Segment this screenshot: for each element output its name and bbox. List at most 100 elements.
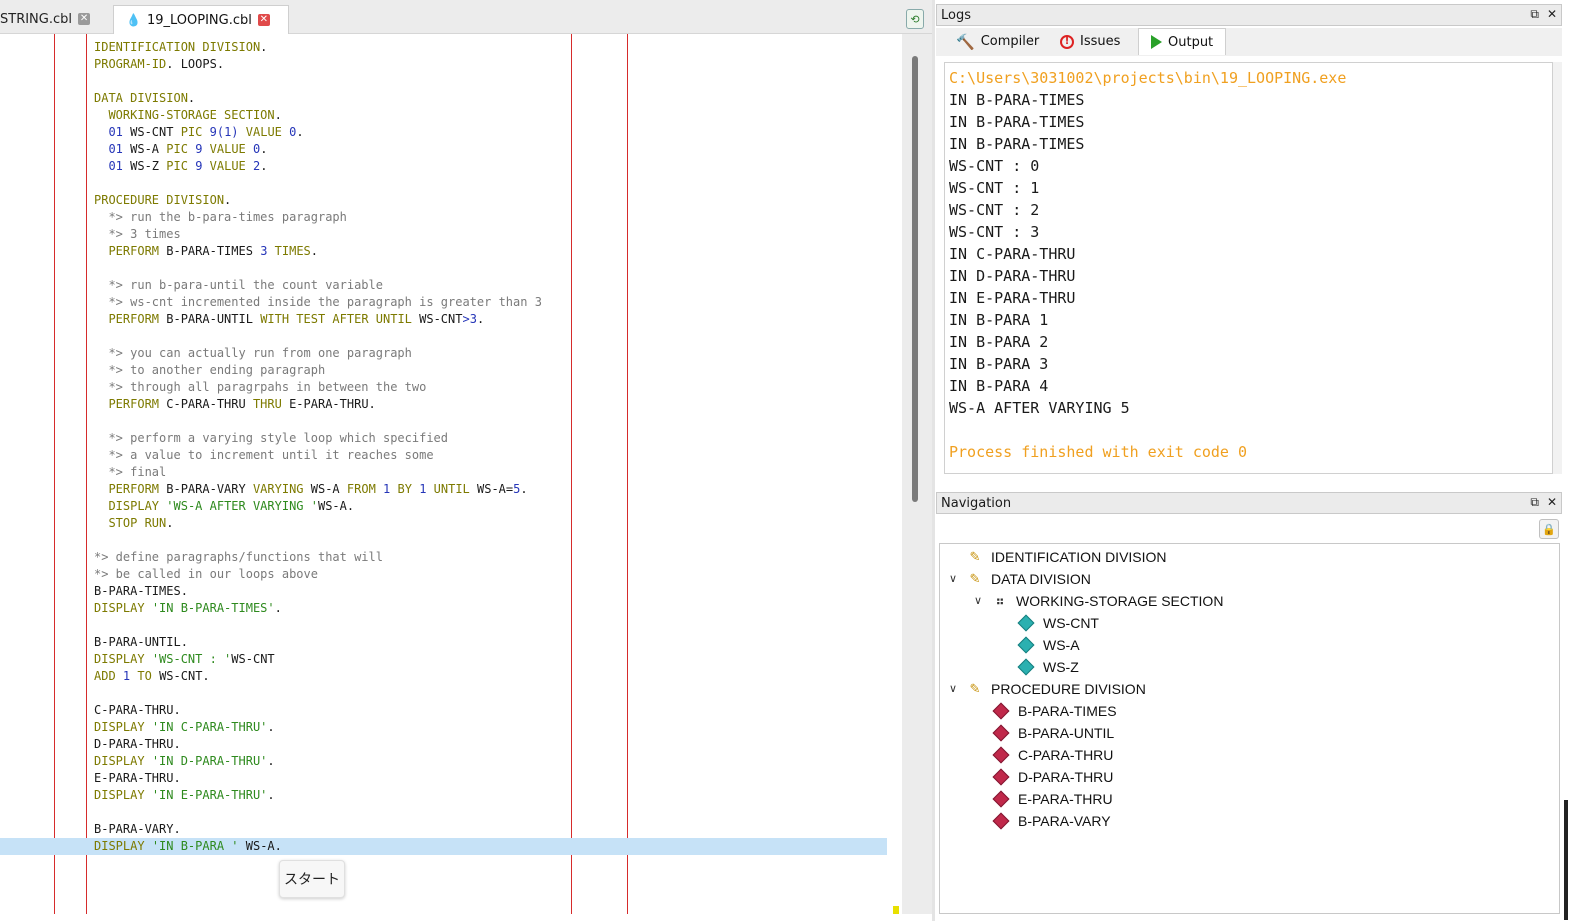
tree-item-label: IDENTIFICATION DIVISION <box>991 549 1167 565</box>
code-line: C-PARA-THRU. <box>94 702 181 719</box>
code-token-cm: *> you can actually run from one paragra… <box>94 346 412 360</box>
tree-item[interactable]: WS-A <box>1017 634 1080 656</box>
code-token-plain: . <box>260 40 268 54</box>
restore-icon[interactable]: ⧉ <box>1530 495 1539 510</box>
paragraph-icon <box>992 790 1010 808</box>
code-token-plain: . <box>166 516 174 530</box>
output-line: WS-CNT : 2 <box>949 201 1040 219</box>
tree-item[interactable]: C-PARA-THRU <box>992 744 1113 766</box>
editor-tab-bar: STRING.cbl ✕ 💧 19_LOOPING.cbl ✕ ⟲ <box>0 0 932 34</box>
code-line: DISPLAY 'IN B-PARA ' WS-A. <box>0 838 887 855</box>
paragraph-icon <box>992 768 1010 786</box>
tree-item[interactable]: D-PARA-THRU <box>992 766 1113 788</box>
code-token-cm: *> perform a varying style loop which sp… <box>94 431 449 445</box>
code-token-cm: *> a value to increment until it reaches… <box>94 448 434 462</box>
code-token-cm: *> define paragraphs/functions that will <box>94 550 383 564</box>
code-token-plain: . <box>310 244 319 258</box>
tree-item[interactable]: ✎ IDENTIFICATION DIVISION <box>967 546 1167 568</box>
chevron-down-icon[interactable]: ∨ <box>947 572 959 585</box>
code-token-kw: PERFORM <box>94 397 160 411</box>
lock-icon[interactable]: 🔒 <box>1539 519 1559 539</box>
code-token-plain: . <box>224 193 232 207</box>
tab-output[interactable]: Output <box>1138 28 1227 55</box>
code-editor[interactable]: IDENTIFICATION DIVISION. PROGRAM-ID. LOOP… <box>0 34 902 914</box>
tree-item[interactable]: ✎ PROCEDURE DIVISION <box>967 678 1146 700</box>
code-token-kw: PIC <box>166 159 188 173</box>
tree-item[interactable]: WS-Z <box>1017 656 1079 678</box>
tab-compiler[interactable]: 🔨 Compiler <box>944 28 1051 55</box>
tree-item[interactable]: WS-CNT <box>1017 612 1099 634</box>
close-icon[interactable]: ✕ <box>257 14 270 26</box>
code-token-plain: . <box>267 754 275 768</box>
code-token-kw: ADD <box>94 669 116 683</box>
chevron-down-icon[interactable]: ∨ <box>972 594 984 607</box>
code-line: *> perform a varying style loop which sp… <box>94 430 448 447</box>
variable-icon <box>1017 658 1035 676</box>
code-token-cm: *> 3 times <box>94 227 181 241</box>
code-line: DISPLAY 'WS-CNT : 'WS-CNT <box>94 651 275 668</box>
restore-icon[interactable]: ⧉ <box>1530 7 1539 22</box>
navigation-tree[interactable]: ✎ IDENTIFICATION DIVISION ∨ ✎ DATA DIVISION ∨… <box>939 543 1560 914</box>
code-token-kw: THRU <box>252 397 282 411</box>
code-token-plain: C-PARA-THRU <box>159 397 253 411</box>
tree-item[interactable]: ⠶ WORKING-STORAGE SECTION <box>992 590 1224 612</box>
editor-scrollbar[interactable] <box>902 34 932 914</box>
panel-splitter[interactable] <box>932 0 935 921</box>
tree-item-label: PROCEDURE DIVISION <box>991 681 1146 697</box>
chevron-down-icon[interactable]: ∨ <box>947 682 959 695</box>
code-line: 01 WS-Z PIC 9 VALUE 2. <box>94 158 267 175</box>
code-line: 01 WS-CNT PIC 9(1) VALUE 0. <box>94 124 303 141</box>
output-scrollbar[interactable] <box>1553 62 1562 474</box>
tab-string-cbl[interactable]: STRING.cbl ✕ <box>0 6 99 32</box>
code-line: DISPLAY 'IN D-PARA-THRU'. <box>94 753 275 770</box>
code-token-kw: BY <box>397 482 412 496</box>
tree-item[interactable]: B-PARA-VARY <box>992 810 1111 832</box>
code-line: DISPLAY 'WS-A AFTER VARYING 'WS-A. <box>94 498 354 515</box>
code-token-kw: PROGRAM-ID <box>94 57 167 71</box>
code-line: B-PARA-TIMES. <box>94 583 188 600</box>
tree-item[interactable]: ✎ DATA DIVISION <box>967 568 1091 590</box>
code-token-kw: IDENTIFICATION DIVISION <box>94 40 261 54</box>
panel-title: Navigation <box>941 495 1012 511</box>
code-token-kw: PIC <box>180 125 203 139</box>
code-token-cm: *> run the b-para-times paragraph <box>94 210 347 224</box>
code-token-plain: . <box>274 601 282 615</box>
code-token-kw: TIMES <box>274 244 311 258</box>
tree-item[interactable]: E-PARA-THRU <box>992 788 1113 810</box>
close-icon[interactable]: ✕ <box>78 13 91 25</box>
close-icon[interactable]: ✕ <box>1547 7 1557 22</box>
close-icon[interactable]: ✕ <box>1547 495 1557 510</box>
tab-19-looping-cbl[interactable]: 💧 19_LOOPING.cbl ✕ <box>113 5 289 34</box>
error-icon: ! <box>1060 34 1074 49</box>
code-token-plain: WS-A <box>303 482 347 496</box>
output-line: WS-CNT : 0 <box>949 157 1040 175</box>
tree-item[interactable]: B-PARA-TIMES <box>992 700 1117 722</box>
division-icon: ✎ <box>969 571 981 586</box>
output-line: WS-CNT : 1 <box>949 179 1040 197</box>
output-console[interactable]: C:\Users\3031002\projects\bin\19_LOOPING… <box>944 62 1553 474</box>
code-token-kw: TO <box>137 669 152 683</box>
code-line: *> run the b-para-times paragraph <box>94 209 347 226</box>
code-token-plain: E-PARA-THRU. <box>281 397 376 411</box>
code-token-kw: VALUE <box>209 142 246 156</box>
restore-editor-icon[interactable]: ⟲ <box>906 9 924 29</box>
tree-item-label: DATA DIVISION <box>991 571 1091 587</box>
scrollbar-thumb[interactable] <box>912 56 918 502</box>
output-line: IN B-PARA 3 <box>949 355 1049 373</box>
code-token-plain: B-PARA-UNTIL. <box>94 635 188 649</box>
tab-issues[interactable]: ! Issues <box>1048 28 1132 55</box>
output-line: IN B-PARA 4 <box>949 377 1049 395</box>
file-drop-icon: 💧 <box>126 13 141 27</box>
margin-line <box>54 34 55 914</box>
paragraph-icon <box>992 702 1010 720</box>
code-token-kw: VARYING <box>252 482 304 496</box>
code-token-plain: WS-CNT <box>231 652 275 666</box>
tree-item[interactable]: B-PARA-UNTIL <box>992 722 1114 744</box>
code-token-num: 01 <box>94 159 123 173</box>
code-token-str: 'IN B-PARA-TIMES' <box>151 601 275 615</box>
code-token-plain: WS-A. <box>317 499 355 513</box>
